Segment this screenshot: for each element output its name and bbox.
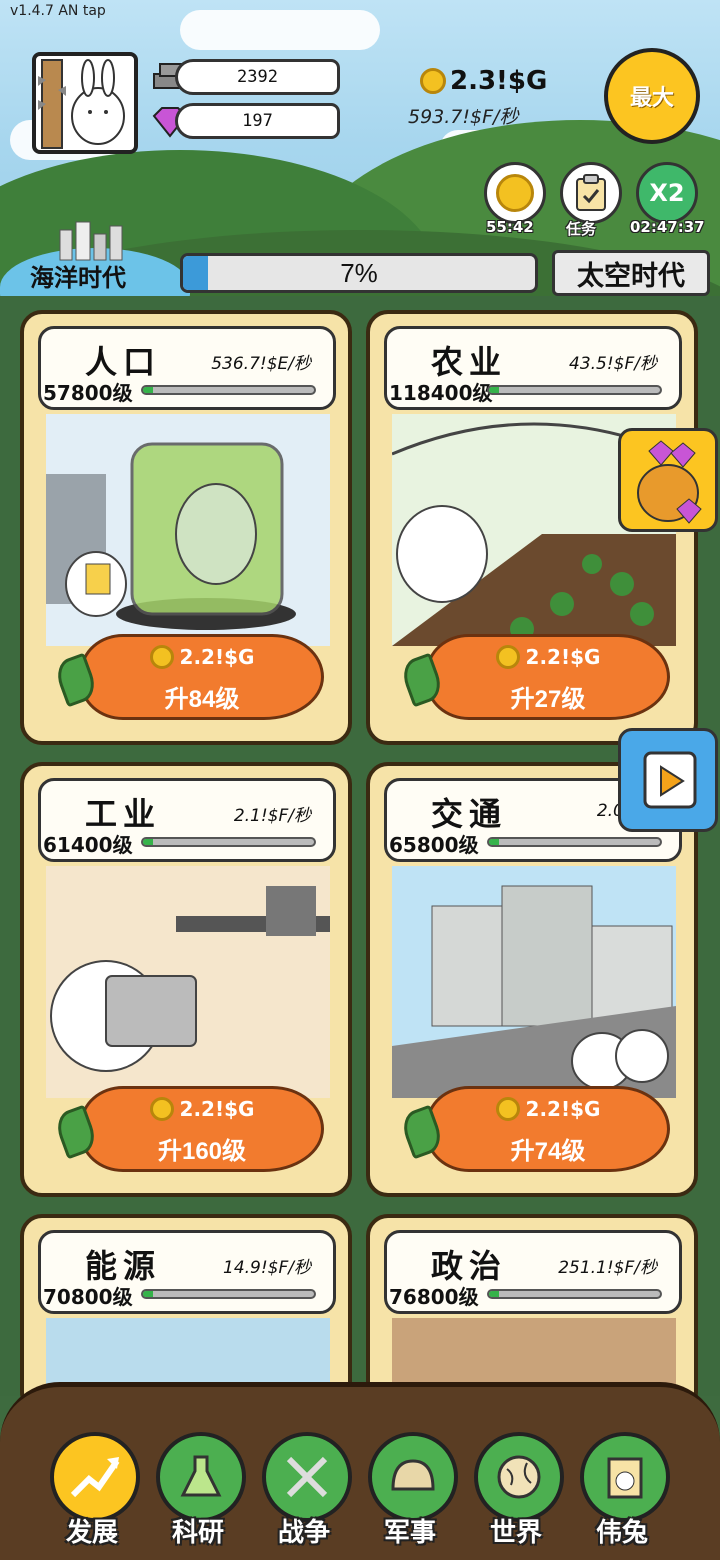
card-header: 人口 536.7!$E/秒 57800级 — [38, 326, 336, 410]
gem-bag-icon — [637, 440, 702, 524]
card-header: 能源 14.9!$F/秒 70800级 — [38, 1230, 336, 1314]
coin-icon — [495, 645, 520, 669]
nav-military[interactable] — [368, 1432, 458, 1522]
gem-count: 197 — [175, 103, 340, 139]
coin-icon — [495, 1097, 520, 1121]
current-era-label: 海洋时代 — [30, 265, 126, 292]
tasks-label: 任务 — [566, 220, 597, 238]
nav-label-great-rabbit: 伟兔 — [596, 1517, 649, 1547]
nav-develop[interactable] — [50, 1432, 140, 1522]
video-ad-button[interactable] — [618, 728, 718, 832]
era-progress-text: 7% — [340, 257, 378, 288]
sector-card-population[interactable]: 人口 536.7!$E/秒 57800级 2.2!$G 升84级 — [20, 310, 352, 745]
population-lab-illustration — [46, 414, 330, 646]
industry-office-illustration — [46, 866, 330, 1098]
nav-world[interactable] — [474, 1432, 564, 1522]
double-boost-timer: 02:47:37 — [630, 218, 705, 236]
rabbit-portrait-icon — [607, 1457, 643, 1499]
upgrade-button-agriculture[interactable]: 2.2!$G 升27级 — [398, 634, 670, 720]
gem-bag-button[interactable] — [618, 428, 718, 532]
tasks-button[interactable] — [560, 162, 622, 224]
card-header: 工业 2.1!$F/秒 61400级 — [38, 778, 336, 862]
transport-station-illustration — [392, 866, 676, 1098]
growth-arrow-icon — [70, 1457, 120, 1498]
upgrade-button-population[interactable]: 2.2!$G 升84级 — [52, 634, 324, 720]
card-header: 农业 43.5!$F/秒 118400级 — [384, 326, 682, 410]
level-progress-bar — [487, 385, 662, 395]
clipboard-icon — [576, 174, 606, 211]
nav-label-world: 世界 — [490, 1517, 543, 1547]
level-progress-bar — [487, 1289, 662, 1299]
era-progress-bar: 7% — [180, 253, 538, 293]
upgrade-button-industry[interactable]: 2.2!$G 升160级 — [52, 1086, 324, 1172]
nav-label-develop: 发展 — [66, 1517, 119, 1547]
level-progress-bar — [141, 385, 316, 395]
upgrade-button-transport[interactable]: 2.2!$G 升74级 — [398, 1086, 670, 1172]
nav-great-rabbit[interactable] — [580, 1432, 670, 1522]
max-button[interactable]: 最大 — [604, 48, 700, 144]
stone-count: 2392 — [175, 59, 340, 95]
politics-portraits-illustration — [392, 1318, 676, 1388]
level-progress-bar — [487, 837, 662, 847]
sector-card-industry[interactable]: 工业 2.1!$F/秒 61400级 2.2!$G 升160级 — [20, 762, 352, 1197]
coin-bonus-button[interactable] — [484, 162, 546, 224]
level-progress-bar — [141, 837, 316, 847]
nav-label-military: 军事 — [384, 1517, 437, 1547]
coin-bonus-timer: 55:42 — [486, 218, 534, 236]
coin-icon — [149, 645, 174, 669]
gold-total: 2.3!$G — [420, 66, 547, 96]
nav-label-research: 科研 — [172, 1517, 225, 1547]
next-era-button[interactable]: 太空时代 — [552, 250, 710, 296]
x2-badge: X2 — [649, 179, 685, 207]
helmet-icon — [391, 1459, 435, 1491]
double-boost-button[interactable]: X2 — [636, 162, 698, 224]
card-header: 政治 251.1!$F/秒 76800级 — [384, 1230, 682, 1314]
player-avatar[interactable] — [32, 52, 138, 154]
play-icon — [643, 751, 697, 809]
coin-icon — [420, 68, 446, 94]
coin-icon — [496, 174, 534, 212]
level-progress-bar — [141, 1289, 316, 1299]
nav-war[interactable] — [262, 1432, 352, 1522]
globe-icon — [497, 1455, 541, 1499]
gold-rate: 593.7!$F/秒 — [408, 106, 519, 128]
version-label: v1.4.7 AN tap — [10, 3, 106, 19]
nav-research[interactable] — [156, 1432, 246, 1522]
energy-plant-illustration — [46, 1318, 330, 1388]
nav-label-war: 战争 — [278, 1517, 331, 1547]
coin-icon — [149, 1097, 174, 1121]
crossed-swords-icon — [286, 1456, 328, 1498]
flask-icon — [180, 1455, 222, 1497]
